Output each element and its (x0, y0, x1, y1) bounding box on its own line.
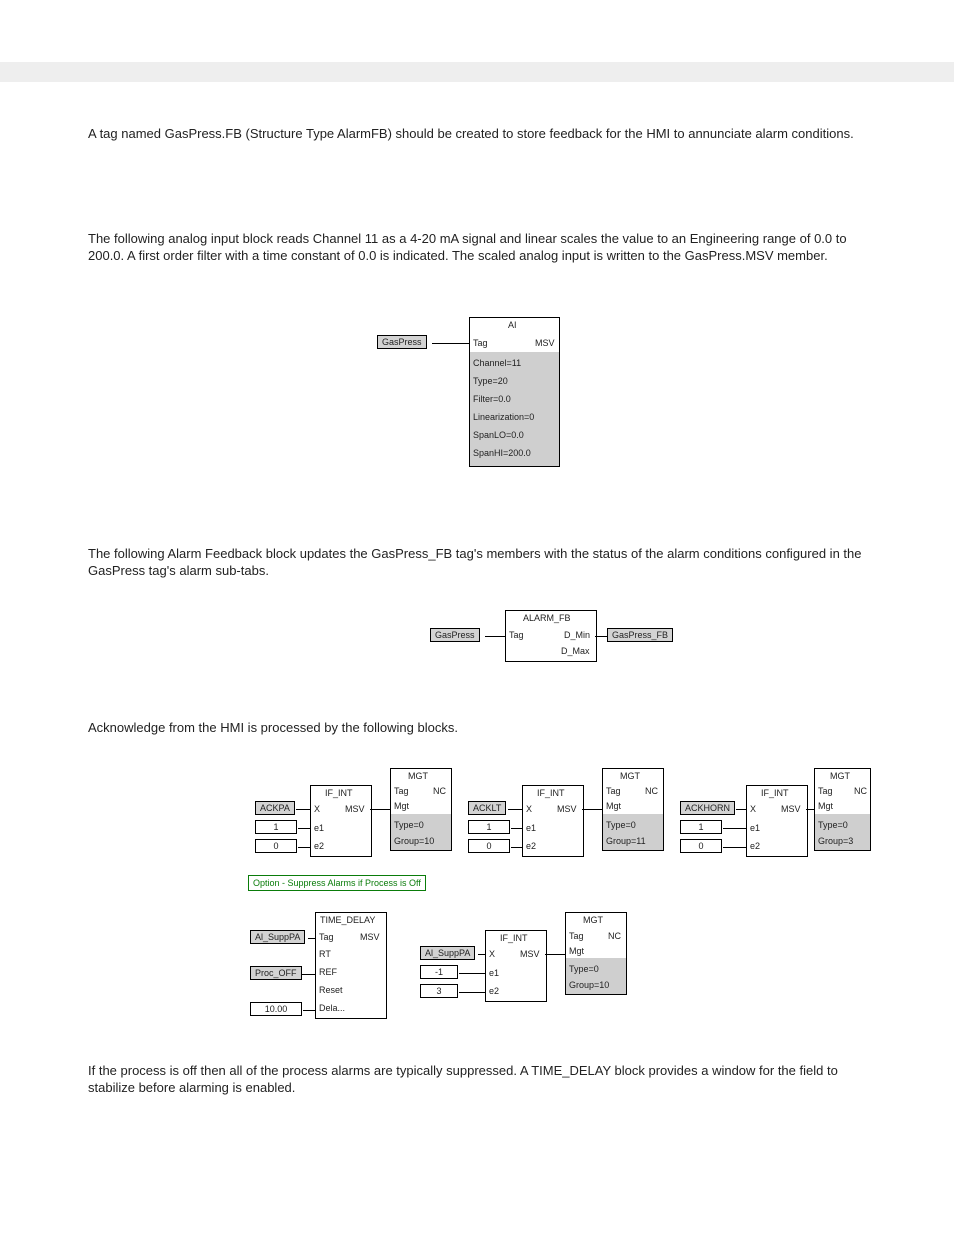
port-ref: REF (319, 967, 337, 977)
port-x: X (750, 804, 756, 814)
alarmfb-port-left: Tag (509, 630, 524, 640)
port-e2: e2 (489, 986, 499, 996)
port-rt: RT (319, 949, 331, 959)
port-x: X (526, 804, 532, 814)
alarmfb-port-r1: D_Min (564, 630, 590, 640)
mgt-type: Type=0 (606, 820, 636, 830)
const-0: 0 (468, 839, 510, 853)
port-e2: e2 (526, 841, 536, 851)
tag-gaspress: GasPress (430, 628, 480, 642)
port-tag: Tag (319, 932, 334, 942)
port-e1: e1 (750, 823, 760, 833)
port-mgt: Mgt (606, 801, 621, 811)
mgt-group: Group=11 (606, 836, 646, 846)
port-mgt: Mgt (569, 946, 584, 956)
tag-gaspress-fb: GasPress_FB (607, 628, 673, 642)
port-nc: NC (645, 786, 658, 796)
ai-prop: Linearization=0 (473, 412, 534, 422)
port-e1: e1 (314, 823, 324, 833)
ai-prop: Type=20 (473, 376, 508, 386)
mgt-title: MGT (830, 771, 850, 781)
tag-proc-off: Proc_OFF (250, 966, 302, 980)
comment-suppress: Option - Suppress Alarms if Process is O… (248, 875, 426, 891)
mgt-type: Type=0 (569, 964, 599, 974)
ifint-title: IF_INT (500, 933, 528, 943)
port-mgt: Mgt (394, 801, 409, 811)
tag-al-supppa: Al_SuppPA (250, 930, 305, 944)
const-3: 3 (420, 984, 458, 998)
paragraph: Acknowledge from the HMI is processed by… (88, 720, 868, 737)
tag-al-supppa: Al_SuppPA (420, 946, 475, 960)
port-x: X (314, 804, 320, 814)
tag-ackpa: ACKPA (255, 801, 295, 815)
tag-gaspress: GasPress (377, 335, 427, 349)
tag-ackhorn: ACKHORN (680, 801, 735, 815)
port-msv: MSV (345, 804, 365, 814)
mgt-group: Group=10 (569, 980, 609, 990)
ai-title: AI (508, 320, 517, 330)
port-msv: MSV (557, 804, 577, 814)
ai-port-right: MSV (535, 338, 555, 348)
port-nc: NC (608, 931, 621, 941)
port-tag: Tag (606, 786, 621, 796)
port-dela: Dela... (319, 1003, 345, 1013)
alarmfb-title: ALARM_FB (523, 613, 571, 623)
port-tag: Tag (394, 786, 409, 796)
const-1: 1 (255, 820, 297, 834)
const-1: 1 (680, 820, 722, 834)
mgt-type: Type=0 (394, 820, 424, 830)
alarmfb-port-r2: D_Max (561, 646, 590, 656)
mgt-group: Group=10 (394, 836, 434, 846)
port-msv: MSV (360, 932, 380, 942)
paragraph: If the process is off then all of the pr… (88, 1063, 868, 1097)
ai-prop: Filter=0.0 (473, 394, 511, 404)
mgt-title: MGT (620, 771, 640, 781)
mgt-title: MGT (583, 915, 603, 925)
const-1: 1 (468, 820, 510, 834)
port-nc: NC (433, 786, 446, 796)
ai-prop: SpanLO=0.0 (473, 430, 524, 440)
port-e1: e1 (526, 823, 536, 833)
const-0: 0 (255, 839, 297, 853)
ai-port-left: Tag (473, 338, 488, 348)
const-10: 10.00 (250, 1002, 302, 1016)
ai-prop: SpanHI=200.0 (473, 448, 531, 458)
mgt-title: MGT (408, 771, 428, 781)
ifint-title: IF_INT (761, 788, 789, 798)
port-e2: e2 (314, 841, 324, 851)
paragraph: The following analog input block reads C… (88, 231, 868, 265)
port-tag: Tag (818, 786, 833, 796)
ifint-title: IF_INT (325, 788, 353, 798)
mgt-type: Type=0 (818, 820, 848, 830)
port-tag: Tag (569, 931, 584, 941)
ai-prop: Channel=11 (473, 358, 521, 368)
mgt-group: Group=3 (818, 836, 853, 846)
paragraph: A tag named GasPress.FB (Structure Type … (88, 126, 868, 143)
tag-acklt: ACKLT (468, 801, 506, 815)
paragraph: The following Alarm Feedback block updat… (88, 546, 868, 580)
const-neg1: -1 (420, 965, 458, 979)
port-msv: MSV (520, 949, 540, 959)
port-reset: Reset (319, 985, 343, 995)
const-0: 0 (680, 839, 722, 853)
port-mgt: Mgt (818, 801, 833, 811)
port-msv: MSV (781, 804, 801, 814)
ifint-title: IF_INT (537, 788, 565, 798)
timedelay-title: TIME_DELAY (320, 915, 375, 925)
port-e2: e2 (750, 841, 760, 851)
port-nc: NC (854, 786, 867, 796)
port-x: X (489, 949, 495, 959)
port-e1: e1 (489, 968, 499, 978)
